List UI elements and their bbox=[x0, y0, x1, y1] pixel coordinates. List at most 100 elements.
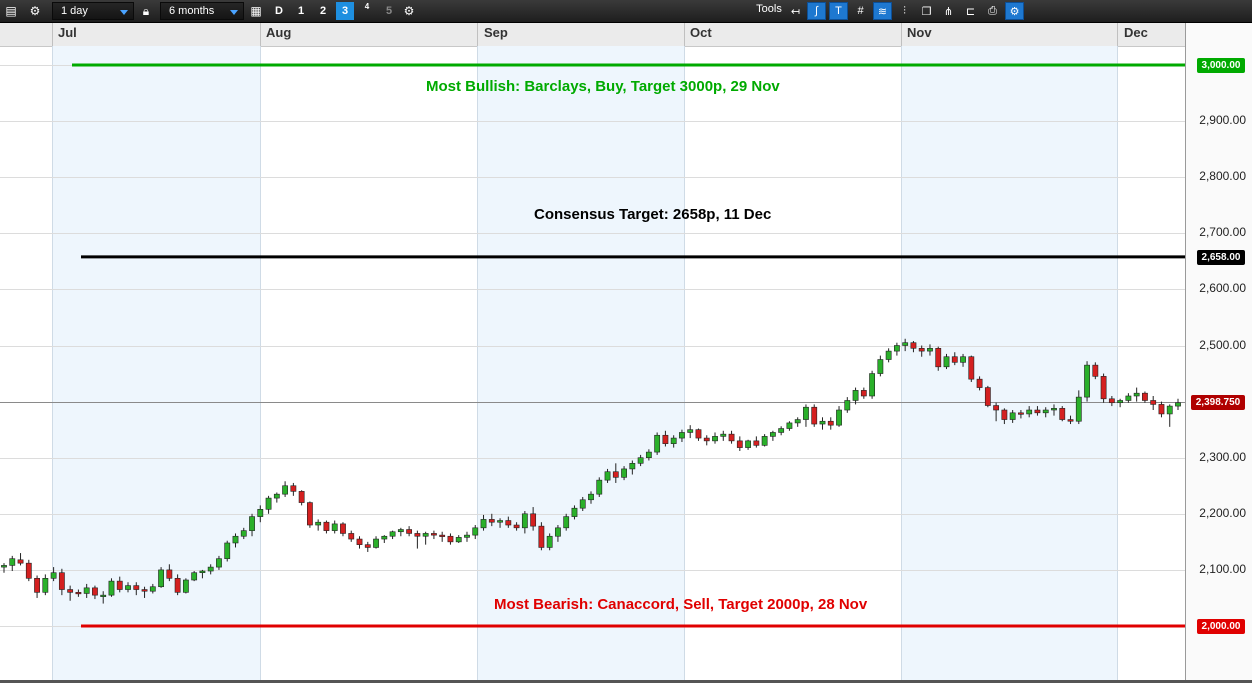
candle-body bbox=[480, 519, 487, 529]
price-tick-label: 2,100.00 bbox=[1199, 561, 1246, 576]
candle-body bbox=[687, 429, 694, 433]
candle-body bbox=[1059, 408, 1066, 420]
candle-body bbox=[1108, 398, 1115, 404]
candle-body bbox=[315, 521, 322, 526]
document-icon[interactable]: ▤ bbox=[2, 2, 20, 20]
candle-body bbox=[422, 533, 429, 537]
text-tool-icon[interactable]: T bbox=[829, 2, 848, 20]
candle-body bbox=[1166, 405, 1173, 415]
chart-toolbar: ▤ ⚙ 1 day 🔒︎ 6 months ▦ D 1 2 3 4 5 ⚙ To… bbox=[0, 0, 1252, 23]
candle-body bbox=[894, 345, 900, 352]
candle-body bbox=[1175, 402, 1181, 407]
candle-body bbox=[588, 493, 594, 501]
candle-body bbox=[1067, 419, 1074, 422]
price-tick-label: 2,600.00 bbox=[1199, 281, 1246, 296]
candle-body bbox=[323, 521, 330, 531]
candle-body bbox=[1075, 396, 1082, 422]
month-tick bbox=[684, 23, 685, 46]
candle-body bbox=[753, 440, 760, 446]
candle-body bbox=[340, 523, 346, 534]
candle-body bbox=[935, 348, 942, 368]
price-tick-label: 2,200.00 bbox=[1199, 505, 1246, 520]
tag-tool-icon[interactable]: ⊏ bbox=[961, 2, 980, 20]
candle-body bbox=[1084, 364, 1090, 398]
view-3-button[interactable]: 3 bbox=[336, 2, 354, 20]
calendar-icon[interactable]: ▦ bbox=[247, 2, 265, 20]
consensus-annotation: Consensus Target: 2658p, 11 Dec bbox=[534, 206, 772, 223]
undo-icon[interactable]: ↤ bbox=[786, 2, 805, 20]
candle-body bbox=[141, 589, 148, 592]
chevron-down-icon bbox=[120, 10, 128, 15]
view-5-button[interactable]: 5 bbox=[380, 2, 398, 20]
settings-tool-icon[interactable]: ⚙ bbox=[1005, 2, 1024, 20]
candle-body bbox=[1158, 404, 1165, 415]
candle-body bbox=[373, 538, 379, 548]
curve-tool-icon[interactable]: ∫ bbox=[807, 2, 826, 20]
view-1-button[interactable]: 1 bbox=[292, 2, 310, 20]
month-band bbox=[477, 46, 684, 680]
candle-tool-icon[interactable]: ⫶ bbox=[895, 2, 914, 20]
interval-value: 1 day bbox=[61, 5, 88, 17]
candle-body bbox=[844, 400, 851, 411]
candle-body bbox=[1026, 409, 1033, 415]
candle-body bbox=[1018, 412, 1024, 415]
month-band bbox=[901, 46, 1117, 680]
view-2-button[interactable]: 2 bbox=[314, 2, 332, 20]
gear-icon[interactable]: ⚙ bbox=[26, 2, 44, 20]
candle-body bbox=[555, 527, 561, 537]
candle-body bbox=[116, 580, 123, 590]
candle-body bbox=[852, 390, 859, 401]
consensus-target-tag: 2,658.00 bbox=[1197, 249, 1245, 265]
candle-body bbox=[257, 509, 264, 517]
candle-body bbox=[869, 373, 875, 397]
candle-body bbox=[83, 587, 90, 594]
range-dropdown[interactable]: 6 months bbox=[160, 2, 244, 20]
candle-body bbox=[720, 433, 727, 437]
print-icon[interactable]: ⎙ bbox=[983, 2, 1002, 20]
fibonacci-tool-icon[interactable]: ≋ bbox=[873, 2, 892, 20]
candle-body bbox=[769, 432, 776, 437]
candle-body bbox=[629, 463, 636, 470]
candle-body bbox=[637, 457, 644, 464]
settings-icon[interactable]: ⚙ bbox=[400, 2, 418, 20]
candle-body bbox=[670, 437, 677, 444]
view-4-button[interactable]: 4 bbox=[358, 2, 376, 20]
layers-tool-icon[interactable]: ❐ bbox=[917, 2, 936, 20]
candle-body bbox=[1125, 395, 1132, 401]
candle-body bbox=[182, 579, 189, 593]
month-label-jul: Jul bbox=[58, 25, 77, 40]
candle-body bbox=[563, 516, 570, 529]
candle-body bbox=[1092, 364, 1099, 377]
view-d-button[interactable]: D bbox=[270, 2, 288, 20]
candle-body bbox=[538, 525, 545, 548]
grid-tool-icon[interactable]: # bbox=[851, 2, 870, 20]
lock-icon[interactable]: 🔒︎ bbox=[137, 2, 155, 20]
candle-body bbox=[25, 562, 32, 579]
candle-body bbox=[1042, 409, 1049, 414]
candle-body bbox=[910, 342, 917, 349]
candle-body bbox=[968, 356, 975, 380]
candle-body bbox=[166, 569, 173, 579]
candle-body bbox=[860, 390, 867, 397]
price-chart[interactable] bbox=[0, 46, 1185, 680]
interval-dropdown[interactable]: 1 day bbox=[52, 2, 134, 20]
candle-body bbox=[439, 534, 446, 537]
candle-body bbox=[174, 578, 181, 593]
candle-body bbox=[786, 422, 793, 429]
candle-body bbox=[621, 468, 627, 478]
month-label-aug: Aug bbox=[266, 25, 292, 40]
candle-body bbox=[761, 436, 768, 446]
candle-body bbox=[364, 544, 371, 548]
candle-body bbox=[1117, 400, 1124, 404]
candle-body bbox=[604, 471, 611, 481]
candle-body bbox=[571, 507, 578, 517]
candle-body bbox=[662, 434, 669, 444]
candle-body bbox=[1, 565, 7, 568]
candle-body bbox=[381, 535, 388, 540]
candle-body bbox=[298, 491, 305, 503]
candle-body bbox=[240, 530, 247, 537]
candle-body bbox=[521, 513, 528, 529]
price-tick-label: 2,300.00 bbox=[1199, 449, 1246, 464]
candle-body bbox=[703, 437, 710, 442]
fork-tool-icon[interactable]: ⋔ bbox=[939, 2, 958, 20]
